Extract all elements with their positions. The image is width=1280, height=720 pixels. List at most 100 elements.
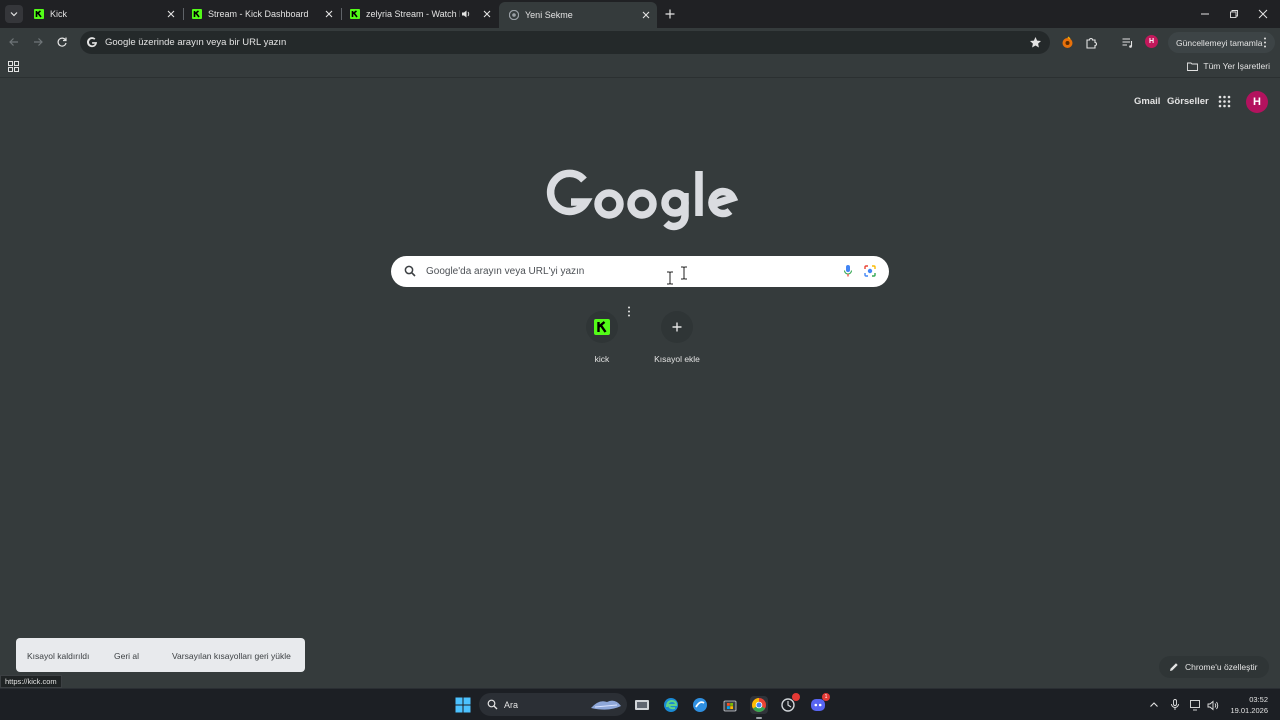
edge-icon bbox=[664, 698, 678, 712]
toast-notification: Kısayol kaldırıldı Geri al Varsayılan kı… bbox=[16, 638, 305, 672]
plus-icon bbox=[672, 322, 682, 332]
arrow-right-icon bbox=[34, 38, 43, 46]
search-box[interactable]: Google'da arayın veya URL'yi yazın bbox=[391, 256, 889, 287]
forward-button[interactable] bbox=[30, 34, 46, 50]
all-bookmarks-button[interactable]: Tüm Yer İşaretleri bbox=[1187, 61, 1270, 71]
folder-icon bbox=[1187, 62, 1199, 71]
tab-strip: Kick Stream - Kick Dashboard zelyria Str… bbox=[0, 0, 1280, 28]
close-icon[interactable] bbox=[322, 7, 336, 21]
app-blue-circle[interactable] bbox=[691, 696, 709, 714]
chrome-app[interactable] bbox=[750, 696, 768, 714]
system-clock[interactable]: 03:52 19.01.2026 bbox=[1230, 694, 1268, 716]
bookmarks-bar: Tüm Yer İşaretleri bbox=[0, 56, 1280, 78]
blue-app-icon bbox=[693, 698, 707, 712]
clock-time: 03:52 bbox=[1249, 695, 1268, 704]
tab-kick[interactable]: Kick bbox=[24, 2, 182, 26]
customize-chrome-button[interactable]: Chrome'u özelleştir bbox=[1159, 656, 1269, 678]
kick-icon bbox=[350, 9, 360, 19]
undo-button[interactable]: Geri al bbox=[114, 651, 139, 661]
apps-grid-icon[interactable] bbox=[8, 61, 19, 72]
google-lens-icon[interactable] bbox=[863, 264, 877, 278]
tray-chevron-up-icon[interactable] bbox=[1148, 699, 1160, 711]
extension-orange-icon[interactable] bbox=[1059, 34, 1075, 50]
shortcut-tile bbox=[586, 311, 618, 343]
minimize-icon bbox=[1201, 13, 1209, 15]
store-icon bbox=[723, 700, 737, 712]
all-bookmarks-label: Tüm Yer İşaretleri bbox=[1203, 61, 1270, 71]
search-placeholder: Google'da arayın veya URL'yi yazın bbox=[426, 266, 585, 277]
close-window-button[interactable] bbox=[1255, 6, 1271, 22]
text-cursor-icon bbox=[681, 266, 687, 280]
tab-kick-dashboard[interactable]: Stream - Kick Dashboard bbox=[182, 2, 340, 26]
profile-avatar[interactable]: H bbox=[1145, 35, 1158, 48]
edge-app[interactable] bbox=[662, 696, 680, 714]
customize-label: Chrome'u özelleştir bbox=[1185, 662, 1258, 672]
tab-zelyria-stream[interactable]: zelyria Stream - Watch Live bbox=[340, 2, 498, 26]
reload-icon bbox=[57, 37, 67, 47]
close-icon[interactable] bbox=[164, 7, 178, 21]
queue-music-icon bbox=[1122, 37, 1132, 48]
shortcut-add[interactable]: Kısayol ekle bbox=[637, 309, 717, 369]
taskbar-search-label: Ara bbox=[504, 700, 519, 710]
images-link[interactable]: Görseller bbox=[1167, 96, 1209, 107]
tab-search-button[interactable] bbox=[5, 5, 23, 23]
restore-icon bbox=[1230, 10, 1238, 18]
task-view-button[interactable] bbox=[633, 696, 651, 714]
clock-date: 19.01.2026 bbox=[1230, 706, 1268, 715]
tab-title: Yeni Sekme bbox=[525, 10, 573, 20]
search-highlight-icon bbox=[591, 700, 621, 710]
search-icon bbox=[404, 265, 416, 277]
back-button[interactable] bbox=[6, 34, 22, 50]
discord-app[interactable]: 1 bbox=[809, 693, 830, 714]
shortcut-label: Kısayol ekle bbox=[654, 354, 700, 364]
app-circle-red-dot[interactable] bbox=[779, 693, 800, 714]
volume-icon[interactable] bbox=[1207, 699, 1219, 711]
microphone-icon[interactable] bbox=[1169, 699, 1181, 711]
mouse-ibeam-icon bbox=[667, 271, 673, 285]
tab-title: zelyria Stream - Watch Live bbox=[366, 9, 460, 19]
google-apps-icon[interactable] bbox=[1218, 95, 1231, 108]
restore-button[interactable] bbox=[1226, 6, 1242, 22]
plus-icon bbox=[665, 9, 675, 19]
puzzle-icon bbox=[1085, 37, 1097, 49]
task-view-icon bbox=[635, 700, 649, 710]
close-icon[interactable] bbox=[480, 7, 494, 21]
media-controls-button[interactable] bbox=[1119, 34, 1135, 50]
taskbar-search[interactable]: Ara bbox=[479, 693, 627, 716]
shortcut-tile bbox=[661, 311, 693, 343]
notification-dot bbox=[792, 693, 800, 701]
tab-new-tab[interactable]: Yeni Sekme bbox=[499, 2, 657, 28]
address-bar-placeholder: Google üzerinde arayın veya bir URL yazı… bbox=[105, 37, 287, 48]
toast-message: Kısayol kaldırıldı bbox=[27, 651, 90, 661]
more-vert-icon[interactable] bbox=[626, 306, 632, 317]
pencil-icon bbox=[1170, 663, 1178, 671]
microphone-icon[interactable] bbox=[842, 264, 854, 278]
shortcut-label: kick bbox=[594, 354, 610, 364]
browser-toolbar: Google üzerinde arayın veya bir URL yazı… bbox=[0, 28, 1280, 56]
google-g-icon bbox=[87, 37, 98, 48]
account-avatar[interactable]: H bbox=[1246, 91, 1268, 113]
update-button[interactable]: Güncellemeyi tamamla bbox=[1168, 32, 1275, 53]
new-tab-button[interactable] bbox=[663, 7, 677, 21]
arrow-left-icon bbox=[9, 38, 18, 46]
reload-button[interactable] bbox=[54, 34, 70, 50]
search-icon bbox=[487, 699, 498, 710]
windows-taskbar: Ara 1 03:52 19.01.2026 bbox=[0, 688, 1280, 720]
microsoft-store-app[interactable] bbox=[721, 696, 739, 714]
update-button-label: Güncellemeyi tamamla bbox=[1176, 37, 1263, 48]
shortcut-kick[interactable]: kick bbox=[562, 309, 642, 369]
more-vert-icon bbox=[1264, 37, 1266, 48]
kick-icon bbox=[192, 9, 202, 19]
extensions-button[interactable] bbox=[1083, 34, 1099, 50]
google-logo bbox=[546, 169, 739, 231]
chevron-down-icon bbox=[10, 12, 18, 17]
star-icon[interactable] bbox=[1029, 36, 1042, 49]
close-icon[interactable] bbox=[639, 8, 653, 22]
minimize-button[interactable] bbox=[1197, 6, 1213, 22]
restore-defaults-button[interactable]: Varsayılan kısayolları geri yükle bbox=[172, 651, 291, 661]
address-bar[interactable]: Google üzerinde arayın veya bir URL yazı… bbox=[80, 31, 1050, 54]
start-button[interactable] bbox=[454, 696, 472, 714]
speaker-icon[interactable] bbox=[460, 8, 472, 20]
gmail-link[interactable]: Gmail bbox=[1134, 96, 1160, 107]
network-icon[interactable] bbox=[1190, 699, 1202, 711]
